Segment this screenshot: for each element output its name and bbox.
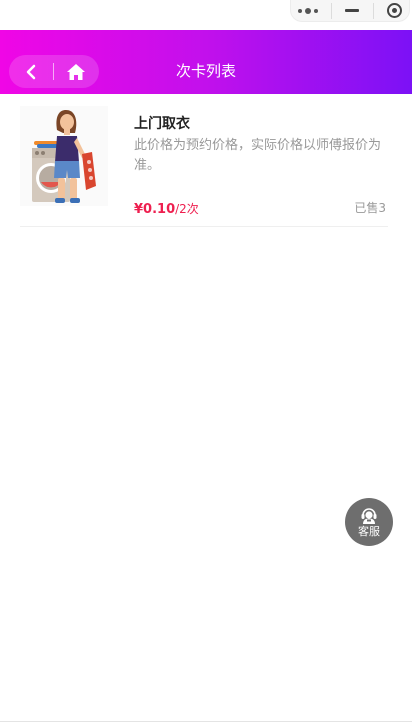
miniprogram-capsule: [290, 0, 410, 22]
laundry-woman-illustration: [32, 110, 96, 203]
item-price: ¥0.10: [134, 202, 176, 217]
product-card[interactable]: 上门取衣 此价格为预约价格，实际价格以师傅报价为准。 ¥0.10/2次 已售3: [20, 106, 388, 227]
service-label: 客服: [358, 525, 380, 538]
item-name: 上门取衣: [134, 116, 190, 132]
item-per-count: /2次: [175, 202, 199, 216]
item-description: 此价格为预约价格，实际价格以师傅报价为准。: [134, 138, 382, 173]
close-target-icon[interactable]: [387, 3, 403, 18]
product-image: [20, 106, 108, 206]
more-dots-icon[interactable]: [297, 7, 318, 14]
customer-service-button[interactable]: 客服: [345, 498, 393, 546]
price-row: ¥0.10/2次: [134, 199, 199, 219]
capsule-divider: [331, 2, 333, 19]
nav-bar: 次卡列表: [0, 30, 412, 94]
minimize-icon[interactable]: [345, 9, 360, 12]
headset-agent-icon: [361, 508, 377, 524]
page-title: 次卡列表: [175, 62, 236, 80]
sold-count: 已售3: [354, 201, 386, 215]
capsule-divider: [372, 2, 374, 19]
